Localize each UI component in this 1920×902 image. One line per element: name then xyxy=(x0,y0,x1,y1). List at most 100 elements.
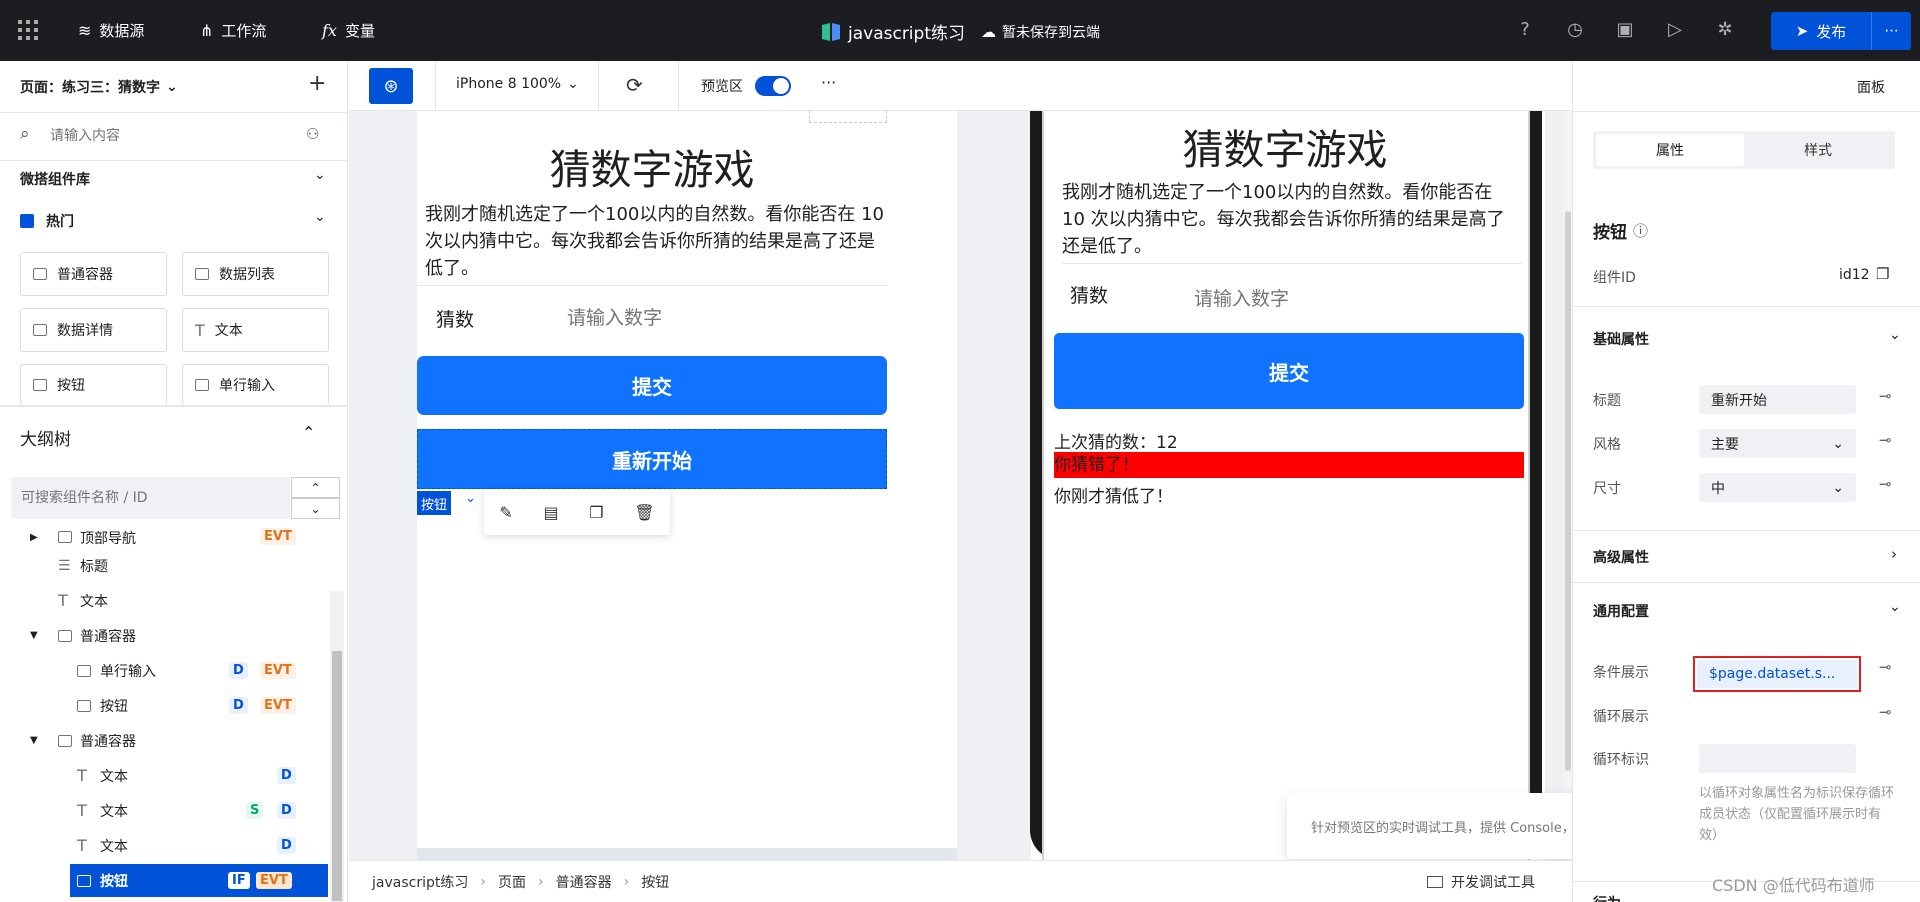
caret-down-icon[interactable]: ▼ xyxy=(30,630,38,641)
editor-submit-button[interactable]: 提交 xyxy=(417,356,887,415)
editor-title[interactable]: 猜数字游戏 xyxy=(417,136,887,196)
tree-item[interactable]: ▶ 顶部导航 EVT xyxy=(0,528,330,546)
more-icon[interactable]: ··· xyxy=(821,73,836,92)
behavior-title[interactable]: 行为 xyxy=(1593,893,1621,902)
next-button[interactable]: ⌄ xyxy=(291,498,340,519)
tree-item[interactable]: 按钮 D EVT xyxy=(0,689,330,722)
preview-submit-button[interactable]: 提交 xyxy=(1054,333,1524,409)
caret-down-icon[interactable]: ▼ xyxy=(30,735,38,746)
copy-icon[interactable]: ❐ xyxy=(1876,265,1889,283)
publish-button[interactable]: ➤ 发布 xyxy=(1771,12,1871,50)
caret-right-icon[interactable]: ▶ xyxy=(30,532,38,543)
condition-field[interactable]: $page.dataset.s... xyxy=(1697,660,1857,688)
info-icon[interactable]: ⓘ xyxy=(1633,220,1648,241)
tree-item[interactable]: T 文本 S D xyxy=(0,794,330,827)
collapse-icon[interactable]: ⌃ xyxy=(302,423,315,442)
size-select[interactable]: 中 ⌄ xyxy=(1699,473,1856,502)
scrollbar-thumb[interactable] xyxy=(1565,211,1571,771)
selected-component-tag[interactable]: 按钮 xyxy=(417,491,452,515)
chevron-down-icon[interactable]: ⌄ xyxy=(465,491,476,506)
editor-intro[interactable]: 我刚才随机选定了一个100以内的自然数。看你能否在 10 次以内猜中它。每次我都… xyxy=(425,201,887,282)
container-icon xyxy=(58,629,72,642)
user-group-icon[interactable]: ⚇ xyxy=(306,125,319,143)
scrollbar-thumb[interactable] xyxy=(332,651,342,901)
chevron-down-icon: ⌄ xyxy=(567,76,579,92)
help-icon[interactable]: ? xyxy=(1513,19,1537,40)
editor-restart-button[interactable]: 重新开始 xyxy=(417,429,887,489)
chevron-down-icon[interactable]: ⌄ xyxy=(314,167,326,183)
chevron-down-icon[interactable]: ⌄ xyxy=(1889,327,1901,343)
datasource-menu[interactable]: ≋ 数据源 xyxy=(78,20,144,41)
prev-button[interactable]: ⌃ xyxy=(291,477,340,498)
component-label: 数据列表 xyxy=(219,267,275,283)
component-label: 文本 xyxy=(214,323,243,339)
bind-icon[interactable]: ⊸ xyxy=(1879,475,1892,493)
title-field[interactable]: 重新开始 xyxy=(1699,385,1856,414)
tree-item-label: 按钮 xyxy=(100,698,128,715)
page-selector[interactable]: 页面：练习三：猜数字 ⌄ xyxy=(20,77,178,97)
component-data-detail[interactable]: 数据详情 xyxy=(20,308,167,352)
tree-item[interactable]: T 文本 D xyxy=(0,829,330,862)
component-container[interactable]: 普通容器 xyxy=(20,252,167,296)
run-icon[interactable]: ▷ xyxy=(1663,19,1687,40)
tree-item-selected[interactable]: 按钮 IF EVT xyxy=(70,864,328,897)
debug-icon[interactable]: ✲ xyxy=(1713,19,1737,40)
chevron-right-icon[interactable]: › xyxy=(1891,545,1897,563)
preview-label: 预览区 xyxy=(701,79,743,95)
device-selector[interactable]: iPhone 8 100% ⌄ xyxy=(456,76,579,92)
heading-icon: ☰ xyxy=(58,557,71,574)
tree-item[interactable]: T 文本 xyxy=(0,584,330,617)
history-icon[interactable]: ◷ xyxy=(1563,19,1587,40)
scrollbar[interactable] xyxy=(1564,111,1572,860)
evt-badge: EVT xyxy=(260,528,296,545)
component-search-input[interactable] xyxy=(50,123,280,149)
breadcrumb-item[interactable]: 页面 xyxy=(498,872,526,892)
bind-icon[interactable]: ⊸ xyxy=(1879,387,1892,405)
advanced-props-title[interactable]: 高级属性 xyxy=(1593,547,1649,567)
copy-icon[interactable]: ❐ xyxy=(589,503,603,522)
bind-icon[interactable]: ⊸ xyxy=(1879,658,1892,676)
chevron-down-icon[interactable]: ⌄ xyxy=(1889,599,1901,615)
refresh-icon[interactable]: ⟳ xyxy=(626,73,643,97)
tab-properties[interactable]: 属性 xyxy=(1596,134,1744,166)
tree-item[interactable]: ▼ 普通容器 xyxy=(0,619,330,652)
tree-item[interactable]: ☰ 标题 xyxy=(0,549,330,582)
preview-toggle[interactable] xyxy=(755,76,791,96)
component-id: id12 xyxy=(1839,267,1870,283)
tree-item[interactable]: ▼ 普通容器 xyxy=(0,724,330,757)
scrollbar[interactable] xyxy=(330,591,344,902)
save-icon[interactable]: ▣ xyxy=(1613,19,1637,40)
outline-search-input[interactable] xyxy=(11,477,290,519)
loop-id-field[interactable] xyxy=(1699,744,1856,773)
bind-icon[interactable]: ⊸ xyxy=(1879,431,1892,449)
tab-styles[interactable]: 样式 xyxy=(1744,134,1892,166)
preview-guess-input[interactable] xyxy=(1194,284,1494,314)
hot-category[interactable]: 热门 xyxy=(20,211,74,231)
component-button[interactable]: 按钮 xyxy=(20,364,167,405)
tree-item[interactable]: T 文本 D xyxy=(0,759,330,792)
panel-button[interactable]: 面板 xyxy=(1857,77,1885,97)
breadcrumb-item[interactable]: 普通容器 xyxy=(556,872,612,892)
add-page-icon[interactable]: + xyxy=(308,71,326,96)
tree-item[interactable]: 单行输入 D EVT xyxy=(0,654,330,687)
delete-icon[interactable]: 🗑 xyxy=(634,503,654,522)
devtools-button[interactable]: 开发调试工具 xyxy=(1427,872,1535,892)
save-icon[interactable]: ▤ xyxy=(543,503,558,522)
breadcrumb-item[interactable]: 按钮 xyxy=(641,872,669,892)
bind-icon[interactable]: ⊸ xyxy=(1879,703,1892,721)
style-select[interactable]: 主要 ⌄ xyxy=(1699,429,1856,458)
component-data-list[interactable]: 数据列表 xyxy=(182,252,329,296)
logic-icon[interactable]: ⊛ xyxy=(369,68,413,104)
publish-more-button[interactable]: ··· xyxy=(1871,12,1911,50)
edit-icon[interactable]: ✎ xyxy=(499,503,512,522)
variables-menu[interactable]: fx 变量 xyxy=(322,20,375,41)
editor-guess-input[interactable] xyxy=(567,303,867,333)
component-text[interactable]: T 文本 xyxy=(182,308,329,352)
app-grid-icon[interactable] xyxy=(18,20,38,40)
hot-title: 热门 xyxy=(46,214,74,230)
chevron-down-icon[interactable]: ⌄ xyxy=(314,209,326,225)
component-input[interactable]: 单行输入 xyxy=(182,364,329,405)
workflow-menu[interactable]: ⋔ 工作流 xyxy=(200,20,266,41)
basic-props-title: 基础属性 xyxy=(1593,332,1649,348)
breadcrumb-item[interactable]: javascript练习 xyxy=(372,872,468,892)
